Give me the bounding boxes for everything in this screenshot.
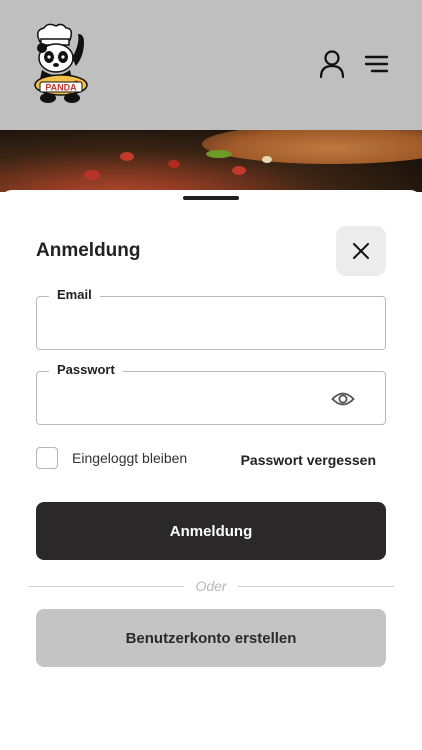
remember-me-label[interactable]: Eingeloggt bleiben — [72, 450, 187, 466]
login-sheet: Anmeldung Email Passwort Eingeloggt blei… — [0, 190, 422, 750]
panda-logo-icon: PANDA — [34, 23, 88, 103]
panda-logo[interactable]: PANDA — [28, 22, 94, 106]
remember-me[interactable]: Eingeloggt bleiben — [36, 447, 187, 469]
password-field[interactable]: Passwort — [36, 362, 386, 425]
topping-decor — [84, 170, 100, 180]
divider-line — [28, 586, 184, 587]
remember-me-checkbox[interactable] — [36, 447, 58, 469]
login-button[interactable]: Anmeldung — [36, 502, 386, 560]
login-title: Anmeldung — [36, 240, 141, 261]
pizza-image-decor — [202, 130, 422, 164]
hamburger-menu-icon — [364, 55, 389, 73]
topping-decor — [206, 150, 232, 158]
menu-button[interactable] — [362, 50, 392, 78]
topping-decor — [120, 152, 134, 161]
close-button[interactable] — [336, 226, 386, 276]
email-label: Email — [49, 287, 100, 302]
email-field[interactable]: Email — [36, 287, 386, 350]
site-header: PANDA — [0, 0, 422, 130]
divider-text: Oder — [195, 578, 227, 594]
topping-decor — [262, 156, 272, 163]
email-input[interactable] — [49, 307, 319, 339]
user-icon — [319, 50, 345, 79]
password-label: Passwort — [49, 362, 123, 377]
logo-wordmark: PANDA — [45, 83, 77, 93]
eye-icon — [331, 392, 355, 406]
topping-decor — [168, 160, 180, 168]
close-icon — [353, 243, 369, 259]
create-account-button[interactable]: Benutzerkonto erstellen — [36, 609, 386, 667]
topping-decor — [232, 166, 246, 175]
sheet-drag-handle[interactable] — [183, 196, 239, 200]
app-screen: PANDA Anmeldung Email Passwort Eingelogg… — [0, 0, 422, 750]
password-input[interactable] — [49, 382, 319, 414]
divider-line — [238, 586, 394, 587]
forgot-password-link[interactable]: Passwort vergessen — [241, 452, 376, 468]
account-button[interactable] — [316, 48, 348, 80]
show-password-button[interactable] — [331, 389, 355, 409]
hero-pizza-image — [0, 130, 422, 192]
